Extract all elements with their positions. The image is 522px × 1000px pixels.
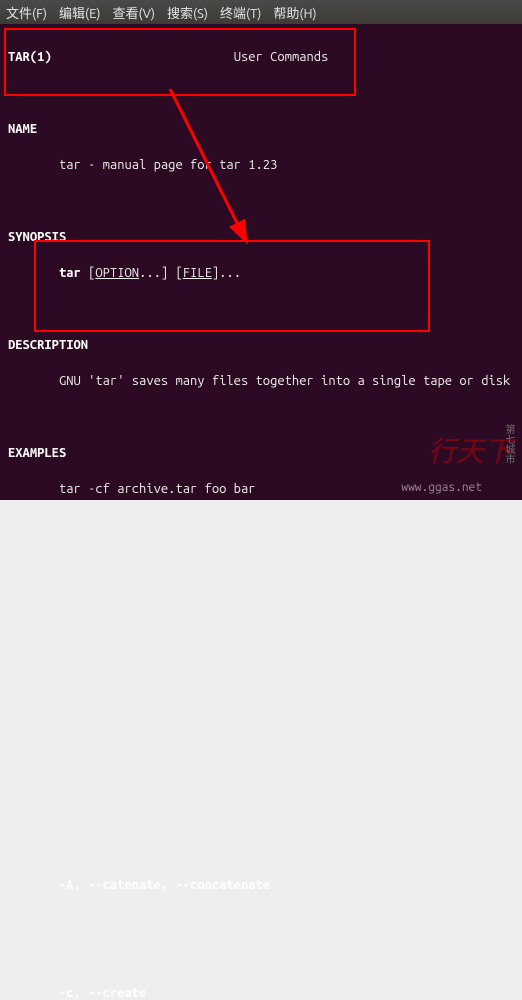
section-name: NAME: [8, 122, 37, 136]
menubar: 文件(F) 编辑(E) 查看(V) 搜索(S) 终端(T) 帮助(H): [0, 0, 522, 24]
menu-search[interactable]: 搜索(S): [167, 3, 208, 22]
menu-edit[interactable]: 编辑(E): [59, 3, 100, 22]
section-description: DESCRIPTION: [8, 338, 88, 352]
menu-view[interactable]: 查看(V): [113, 3, 155, 22]
description-line: GNU 'tar' saves many files together into…: [8, 372, 514, 390]
synopsis-end: ]...: [212, 266, 241, 280]
mode-heading: Main operation mode:: [8, 804, 514, 822]
section-examples: EXAMPLES: [8, 446, 66, 460]
menu-help[interactable]: 帮助(H): [273, 3, 316, 22]
example-2-cmd: tar -tvf archive.tar: [8, 588, 514, 606]
example-3-desc: # Extract all files from archive.tar.: [8, 732, 514, 750]
option-c: -c, --create: [8, 986, 146, 1000]
name-line: tar - manual page for tar 1.23: [8, 156, 514, 174]
option-A-desc: append tar files to an archive: [8, 912, 514, 930]
terminal-viewport[interactable]: TAR(1) User Commands NAME tar - manual p…: [0, 24, 522, 500]
synopsis-file: FILE: [183, 266, 212, 280]
man-header-left: TAR(1): [8, 50, 52, 64]
example-1-desc: # Create archive.tar from files foo and …: [8, 516, 514, 534]
synopsis-cmd: tar: [8, 266, 88, 280]
man-header-center: User Commands: [234, 50, 329, 64]
synopsis-mid: ...] [: [139, 266, 183, 280]
synopsis-line: tar [OPTION...] [FILE]...: [8, 264, 514, 282]
example-3-cmd: tar -xf archive.tar: [8, 696, 514, 714]
example-2-desc: # List all files in archive.tar verbosel…: [8, 624, 514, 642]
menu-file[interactable]: 文件(F): [6, 3, 47, 22]
menu-terminal[interactable]: 终端(T): [220, 3, 261, 22]
synopsis-option: OPTION: [95, 266, 139, 280]
section-synopsis: SYNOPSIS: [8, 230, 66, 244]
annotation-box-bottom: [34, 240, 430, 332]
example-1-cmd: tar -cf archive.tar foo bar: [8, 480, 514, 498]
option-A: -A, --catenate, --concatenate: [8, 878, 270, 892]
